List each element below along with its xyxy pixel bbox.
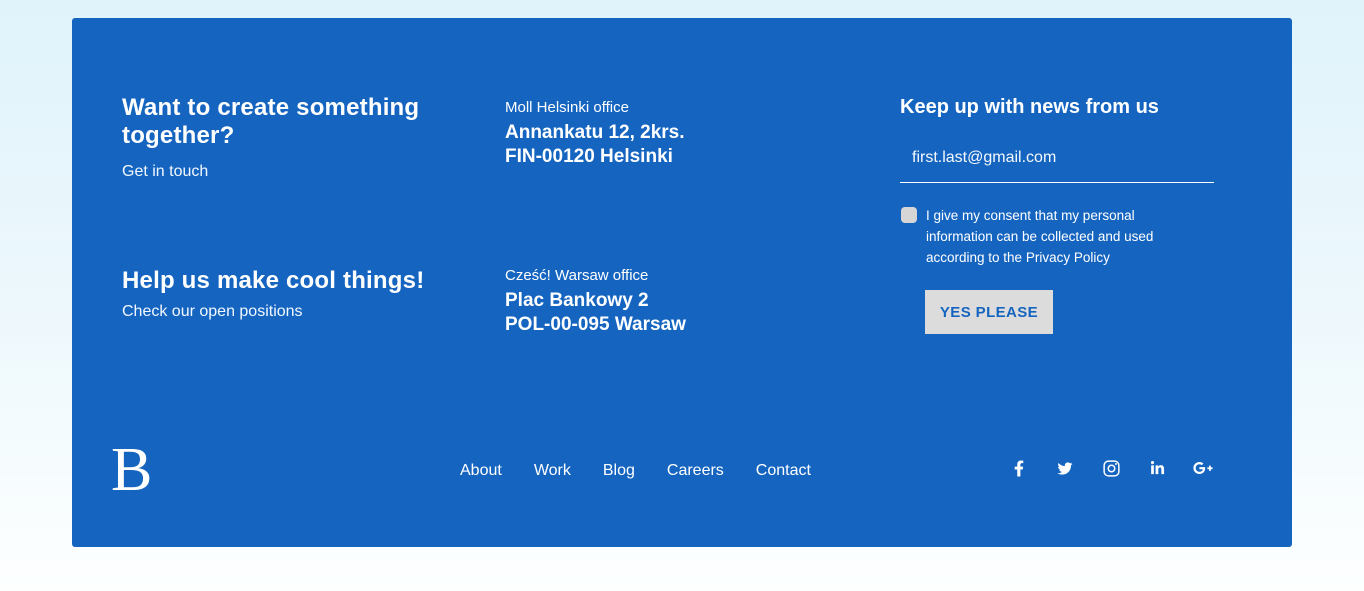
social-links — [1009, 458, 1213, 478]
get-in-touch-link[interactable]: Get in touch — [122, 163, 208, 181]
nav-link-blog[interactable]: Blog — [603, 462, 635, 480]
nav-link-work[interactable]: Work — [534, 462, 571, 480]
helsinki-office-address: Annankatu 12, 2krs. FIN-00120 Helsinki — [505, 121, 685, 169]
open-positions-link[interactable]: Check our open positions — [122, 303, 303, 321]
nav-link-careers[interactable]: Careers — [667, 462, 724, 480]
cta-primary-heading: Want to create something together? — [122, 94, 434, 150]
linkedin-icon — [1150, 461, 1165, 476]
helsinki-office-label: Moll Helsinki office — [505, 99, 629, 116]
page: Want to create something together? Get i… — [0, 0, 1364, 591]
nav-link-contact[interactable]: Contact — [756, 462, 811, 480]
consent-checkbox[interactable] — [901, 207, 917, 223]
twitter-icon — [1056, 461, 1074, 476]
social-link-instagram[interactable] — [1101, 459, 1121, 477]
cta-secondary-heading: Help us make cool things! — [122, 267, 482, 295]
newsletter-heading: Keep up with news from us — [900, 96, 1159, 119]
social-link-linkedin[interactable] — [1147, 459, 1167, 477]
facebook-icon — [1014, 460, 1024, 477]
email-input[interactable] — [900, 143, 1214, 183]
nav-link-about[interactable]: About — [460, 462, 502, 480]
warsaw-office-label: Cześć! Warsaw office — [505, 267, 648, 284]
google-plus-icon — [1193, 460, 1213, 476]
warsaw-office-address: Plac Bankowy 2 POL-00-095 Warsaw — [505, 289, 686, 337]
footer-panel: Want to create something together? Get i… — [72, 18, 1292, 547]
social-link-google-plus[interactable] — [1193, 459, 1213, 477]
helsinki-address-line2: FIN-00120 Helsinki — [505, 145, 685, 169]
instagram-icon — [1103, 460, 1120, 477]
footer-nav: About Work Blog Careers Contact — [460, 462, 811, 480]
social-link-facebook[interactable] — [1009, 459, 1029, 477]
warsaw-address-line2: POL-00-095 Warsaw — [505, 313, 686, 337]
brand-logo: B — [111, 439, 152, 501]
helsinki-address-line1: Annankatu 12, 2krs. — [505, 121, 685, 145]
social-link-twitter[interactable] — [1055, 459, 1075, 477]
privacy-policy-link[interactable]: Privacy Policy — [1026, 250, 1110, 265]
newsletter-submit-button[interactable]: YES PLEASE — [925, 290, 1053, 334]
consent-row: I give my consent that my personal infor… — [901, 205, 1174, 268]
consent-text: I give my consent that my personal infor… — [926, 205, 1174, 268]
warsaw-address-line1: Plac Bankowy 2 — [505, 289, 686, 313]
